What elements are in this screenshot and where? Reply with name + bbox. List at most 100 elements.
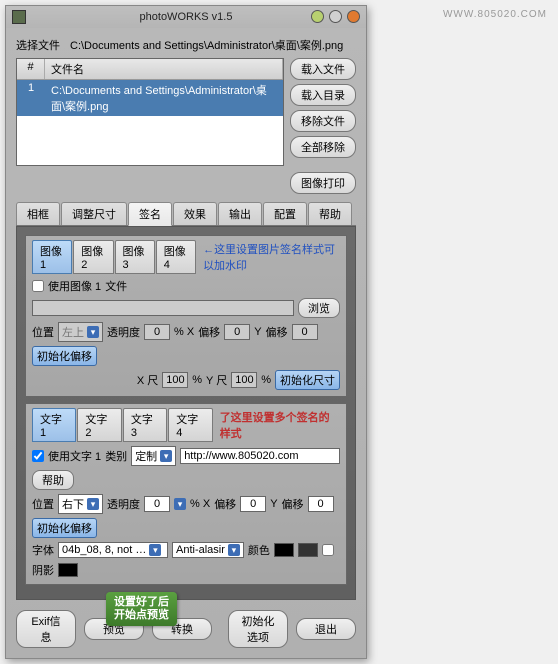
img-offset-label2: 偏移	[266, 324, 288, 340]
txt-opacity-input[interactable]: 0	[144, 496, 170, 512]
image-tab-3[interactable]: 图像 3	[115, 240, 155, 274]
minimize-icon[interactable]	[311, 10, 324, 23]
file-list-header: # 文件名	[17, 59, 283, 80]
stepper-icon[interactable]: ▾	[174, 498, 186, 510]
file-list[interactable]: # 文件名 1 C:\Documents and Settings\Admini…	[16, 58, 284, 166]
bottom-bar: Exif信息 预览 转换 初始化选项 退出	[16, 610, 356, 648]
txt-opacity-label: 透明度	[107, 496, 140, 512]
select-file-label: 选择文件	[16, 37, 60, 53]
tab-sign[interactable]: 签名	[128, 202, 172, 226]
callout-bubble: 设置好了后 开始点预览	[106, 592, 177, 626]
txt-yoffset-input[interactable]: 0	[308, 496, 334, 512]
img-offset-label: 偏移	[198, 324, 220, 340]
img-pos-label: 位置	[32, 324, 54, 340]
titlebar: photoWORKS v1.5	[6, 6, 366, 28]
shadow-label: 阴影	[32, 562, 54, 578]
content-area: 选择文件 C:\Documents and Settings\Administr…	[6, 28, 366, 658]
txt-pos-select[interactable]: 右下▾	[58, 494, 103, 514]
img-opacity-label: 透明度	[107, 324, 140, 340]
tab-frame[interactable]: 相框	[16, 202, 60, 225]
color-swatch-2[interactable]	[298, 543, 318, 557]
font-select[interactable]: 04b_08, 8, not …▾	[58, 542, 168, 558]
image-file-input[interactable]	[32, 300, 294, 316]
yscale-input[interactable]: 100	[231, 372, 257, 388]
use-image-checkbox[interactable]	[32, 280, 44, 292]
page-watermark: WWW.805020.COM	[367, 9, 553, 659]
txt-init-offset-button[interactable]: 初始化偏移	[32, 518, 97, 538]
callout-line1: 设置好了后	[114, 596, 169, 609]
close-icon[interactable]	[347, 10, 360, 23]
xscale-input[interactable]: 100	[162, 372, 188, 388]
y-label: Y	[254, 326, 261, 338]
sign-panel: 图像 1 图像 2 图像 3 图像 4 ←这里设置图片签名样式可以加水印 使用图…	[16, 226, 356, 600]
chevron-down-icon: ▾	[149, 544, 161, 556]
tab-config[interactable]: 配置	[263, 202, 307, 225]
shadow-color-swatch[interactable]	[58, 563, 78, 577]
txt-pos-label: 位置	[32, 496, 54, 512]
image-tab-2[interactable]: 图像 2	[73, 240, 113, 274]
color-label: 颜色	[248, 542, 270, 558]
app-icon	[12, 10, 26, 24]
text-help-button[interactable]: 帮助	[32, 470, 74, 490]
init-options-button[interactable]: 初始化选项	[228, 610, 288, 648]
image-tab-1[interactable]: 图像 1	[32, 240, 72, 274]
txt-y-label: Y	[270, 498, 277, 510]
col-filename: 文件名	[45, 59, 283, 79]
exif-button[interactable]: Exif信息	[16, 610, 76, 648]
remove-all-button[interactable]: 全部移除	[290, 136, 356, 158]
yscale-label: Y 尺	[206, 372, 227, 388]
pctx-label: % X	[174, 326, 194, 338]
text-tab-4[interactable]: 文字 4	[168, 408, 212, 442]
text-tab-1[interactable]: 文字 1	[32, 408, 76, 442]
browse-button[interactable]: 浏览	[298, 298, 340, 318]
img-xoffset-input[interactable]: 0	[224, 324, 250, 340]
pct2: %	[261, 374, 271, 386]
path-row: 选择文件 C:\Documents and Settings\Administr…	[16, 34, 356, 58]
image-tab-4[interactable]: 图像 4	[156, 240, 196, 274]
init-size-button[interactable]: 初始化尺寸	[275, 370, 340, 390]
callout-line2: 开始点预览	[114, 609, 169, 622]
text-value-input[interactable]: http://www.805020.com	[180, 448, 340, 464]
chevron-down-icon: ▾	[160, 450, 172, 462]
kind-label: 类别	[105, 448, 127, 464]
img-yoffset-input[interactable]: 0	[292, 324, 318, 340]
text-tab-3[interactable]: 文字 3	[123, 408, 167, 442]
load-file-button[interactable]: 载入文件	[290, 58, 356, 80]
load-dir-button[interactable]: 载入目录	[290, 84, 356, 106]
antialias-select[interactable]: Anti-alasir▾	[172, 542, 244, 558]
img-opacity-input[interactable]: 0	[144, 324, 170, 340]
app-window: photoWORKS v1.5 选择文件 C:\Documents and Se…	[5, 5, 367, 659]
use-text-checkbox[interactable]	[32, 450, 44, 462]
txt-offset-label: 偏移	[214, 496, 236, 512]
maximize-icon[interactable]	[329, 10, 342, 23]
txt-xoffset-input[interactable]: 0	[240, 496, 266, 512]
shadow-checkbox[interactable]	[322, 544, 334, 556]
exit-button[interactable]: 退出	[296, 618, 356, 640]
window-title: photoWORKS v1.5	[140, 11, 233, 23]
kind-select[interactable]: 定制▾	[131, 446, 176, 466]
print-image-button[interactable]: 图像打印	[290, 172, 356, 194]
tab-resize[interactable]: 调整尺寸	[61, 202, 127, 225]
file-path: C:\Documents and Settings\Administrator\…	[70, 37, 343, 53]
text-tab-2[interactable]: 文字 2	[77, 408, 121, 442]
img-pos-select[interactable]: 左上▾	[58, 322, 103, 342]
chevron-down-icon: ▾	[87, 326, 99, 338]
txt-offset-label2: 偏移	[282, 496, 304, 512]
main-tabs: 相框 调整尺寸 签名 效果 输出 配置 帮助	[16, 202, 356, 226]
text-sign-section: 文字 1 文字 2 文字 3 文字 4 了这里设置多个签名的样式 使用文字 1 …	[25, 403, 347, 585]
file-row[interactable]: 1 C:\Documents and Settings\Administrato…	[17, 80, 283, 116]
remove-file-button[interactable]: 移除文件	[290, 110, 356, 132]
tab-output[interactable]: 输出	[218, 202, 262, 225]
color-swatch-1[interactable]	[274, 543, 294, 557]
font-label: 字体	[32, 542, 54, 558]
row-num: 1	[17, 80, 45, 116]
xscale-label: X 尺	[137, 372, 158, 388]
tab-effect[interactable]: 效果	[173, 202, 217, 225]
file-label: 文件	[105, 278, 127, 294]
chevron-down-icon: ▾	[87, 498, 99, 510]
text-hint: 了这里设置多个签名的样式	[220, 409, 340, 441]
row-name: C:\Documents and Settings\Administrator\…	[45, 80, 283, 116]
tab-help[interactable]: 帮助	[308, 202, 352, 225]
init-offset-button[interactable]: 初始化偏移	[32, 346, 97, 366]
use-image-label: 使用图像 1	[48, 278, 101, 294]
